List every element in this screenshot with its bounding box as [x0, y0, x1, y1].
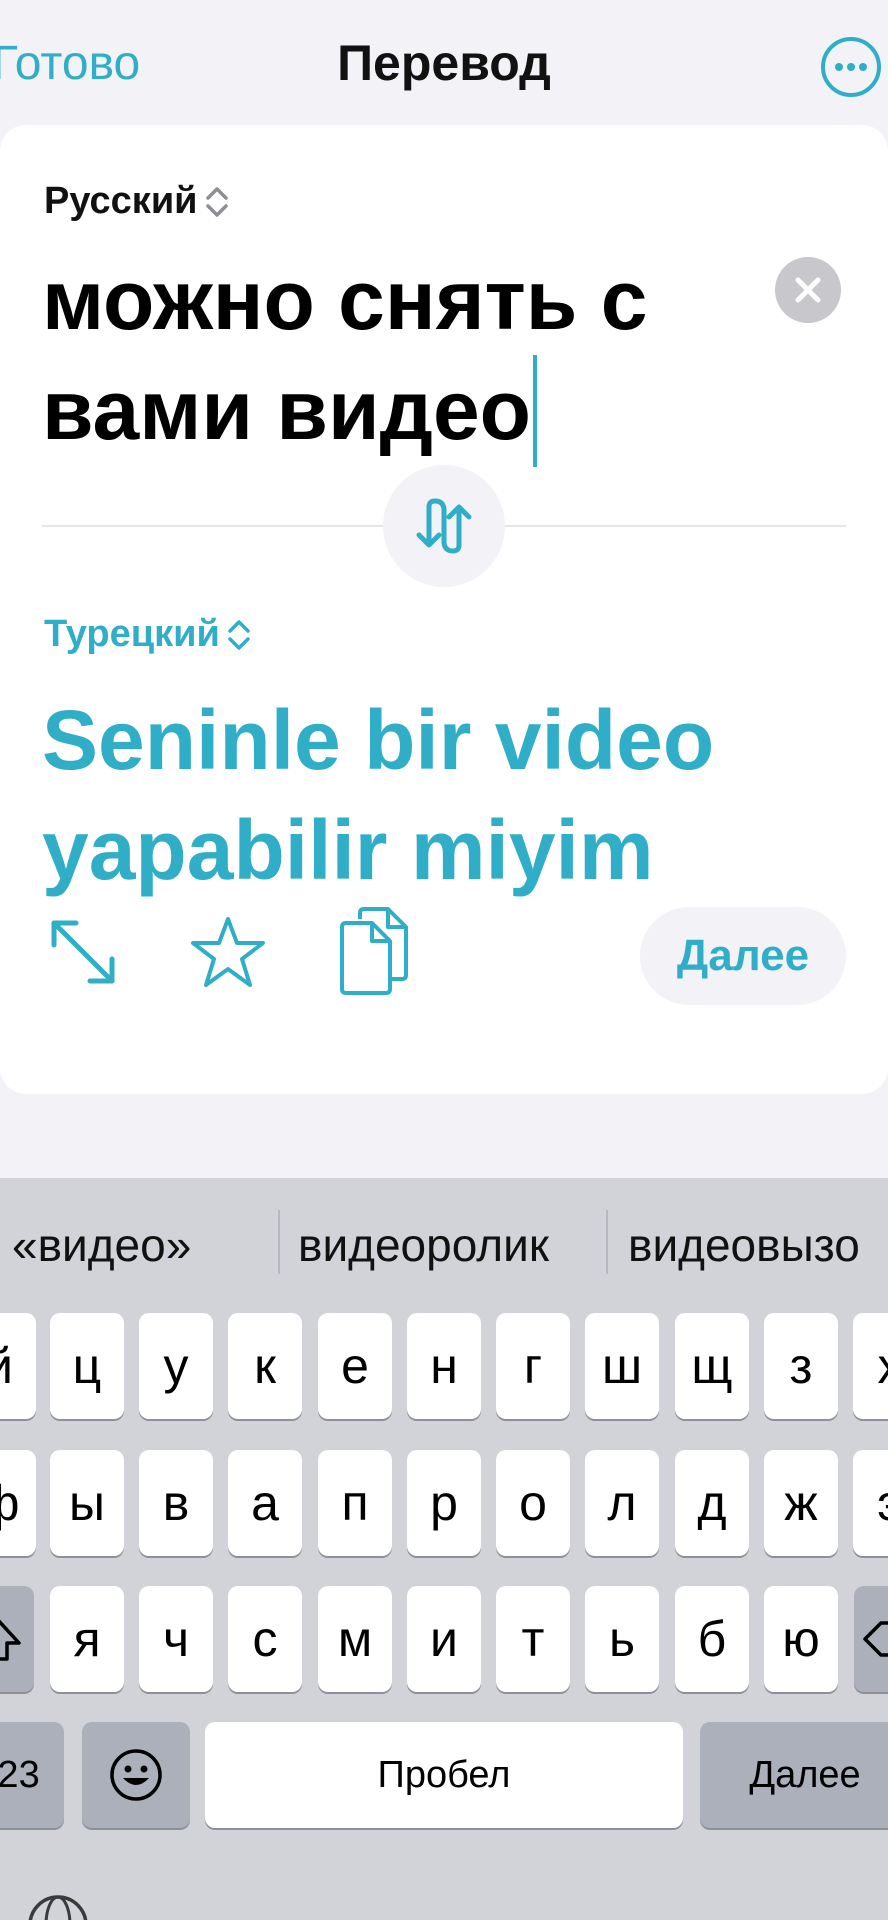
key[interactable]: д	[675, 1450, 749, 1556]
swap-languages-icon[interactable]	[383, 465, 505, 587]
key[interactable]: я	[50, 1586, 124, 1692]
emoji-icon	[110, 1749, 162, 1801]
backspace-icon	[863, 1621, 888, 1657]
chevron-up-down-icon	[205, 186, 228, 217]
translate-screen: Готово Перевод Русский можно снять с вам…	[0, 0, 888, 1920]
key[interactable]: т	[496, 1586, 570, 1692]
return-key-label: Далее	[749, 1753, 861, 1796]
key[interactable]: ю	[764, 1586, 838, 1692]
key[interactable]: ч	[139, 1586, 213, 1692]
source-text-value: можно снять с вами видео	[42, 253, 648, 457]
key[interactable]: ы	[50, 1450, 124, 1556]
key[interactable]: ц	[50, 1313, 124, 1419]
key[interactable]: с	[228, 1586, 302, 1692]
key[interactable]: и	[407, 1586, 481, 1692]
suggestion-divider	[606, 1210, 608, 1274]
key[interactable]: г	[496, 1313, 570, 1419]
globe-icon[interactable]	[26, 1893, 90, 1920]
expand-icon[interactable]	[46, 915, 120, 989]
backspace-key[interactable]	[854, 1586, 888, 1692]
translated-text: Seninle bir video yapabilir miyim	[42, 693, 715, 897]
numbers-key[interactable]: 123	[0, 1722, 64, 1828]
key[interactable]: з	[764, 1313, 838, 1419]
target-language-picker[interactable]: Турецкий	[44, 613, 252, 656]
emoji-key[interactable]	[82, 1722, 190, 1828]
key[interactable]: х	[853, 1313, 888, 1419]
nav-header: Готово Перевод	[0, 0, 888, 125]
numbers-key-label: 123	[0, 1753, 40, 1796]
key[interactable]: у	[139, 1313, 213, 1419]
key[interactable]: е	[318, 1313, 392, 1419]
key[interactable]: э	[853, 1450, 888, 1556]
return-key[interactable]: Далее	[700, 1722, 888, 1828]
translation-card: Русский можно снять с вами видео Турецки…	[0, 125, 888, 1094]
suggestion-divider	[278, 1210, 280, 1274]
star-icon[interactable]	[190, 915, 266, 991]
key[interactable]: п	[318, 1450, 392, 1556]
shift-key[interactable]	[0, 1586, 34, 1692]
page-title: Перевод	[337, 35, 551, 91]
key[interactable]: ж	[764, 1450, 838, 1556]
keyboard: «видео» видеоролик видеовызо й ц у к е н…	[0, 1178, 888, 1920]
clear-icon[interactable]	[775, 257, 841, 323]
text-cursor	[533, 355, 537, 467]
key[interactable]: м	[318, 1586, 392, 1692]
key[interactable]: ф	[0, 1450, 36, 1556]
next-button[interactable]: Далее	[640, 907, 846, 1005]
key[interactable]: б	[675, 1586, 749, 1692]
chevron-up-down-icon	[228, 619, 250, 650]
key[interactable]: р	[407, 1450, 481, 1556]
key[interactable]: ш	[585, 1313, 659, 1419]
key[interactable]: в	[139, 1450, 213, 1556]
suggestion-item[interactable]: видеоролик	[298, 1218, 549, 1272]
source-language-label: Русский	[44, 180, 198, 222]
key[interactable]: н	[407, 1313, 481, 1419]
space-key-label: Пробел	[377, 1753, 511, 1796]
ellipsis-circle-icon[interactable]	[821, 37, 881, 97]
key[interactable]: й	[0, 1313, 36, 1419]
target-language-label: Турецкий	[44, 613, 220, 655]
shift-icon	[0, 1619, 21, 1661]
key[interactable]: ь	[585, 1586, 659, 1692]
source-text-input[interactable]: можно снять с вами видео	[42, 245, 742, 467]
key[interactable]: л	[585, 1450, 659, 1556]
suggestion-item[interactable]: видеовызо	[628, 1218, 860, 1272]
space-key[interactable]: Пробел	[205, 1722, 683, 1828]
key[interactable]: о	[496, 1450, 570, 1556]
key[interactable]: а	[228, 1450, 302, 1556]
key[interactable]: щ	[675, 1313, 749, 1419]
source-language-picker[interactable]: Русский	[44, 180, 230, 223]
copy-icon[interactable]	[338, 905, 412, 997]
key[interactable]: к	[228, 1313, 302, 1419]
suggestion-item[interactable]: «видео»	[12, 1218, 191, 1272]
